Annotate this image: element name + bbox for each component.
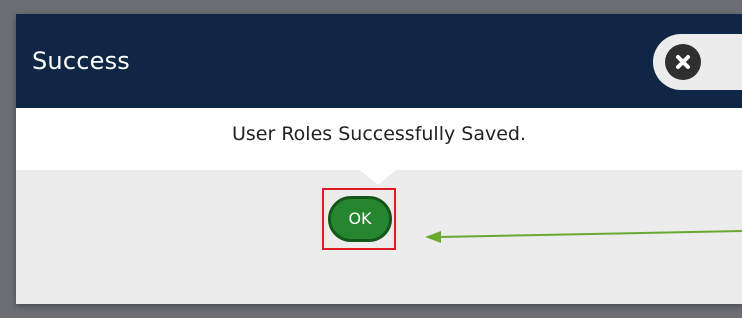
annotation-arrow [425,230,742,243]
